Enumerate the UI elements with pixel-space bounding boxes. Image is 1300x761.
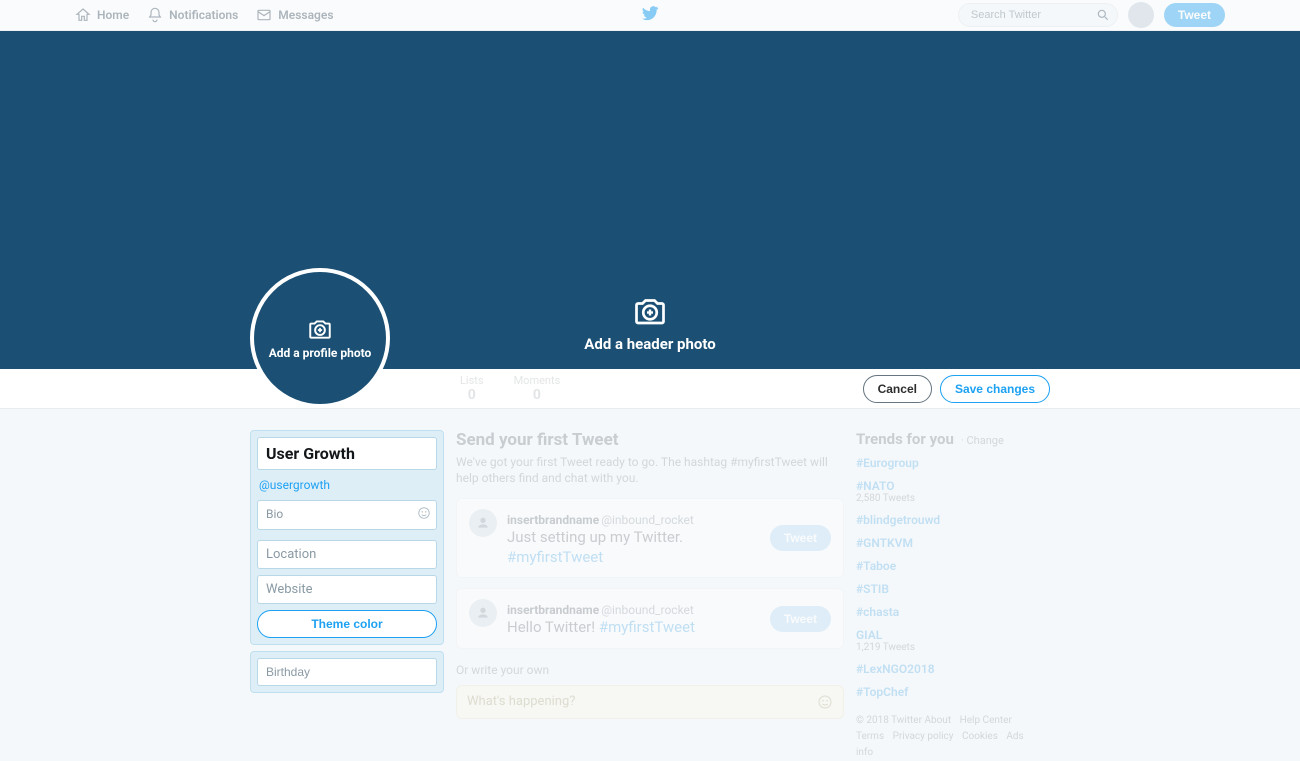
footer-link[interactable]: Cookies: [962, 731, 998, 742]
location-input[interactable]: [257, 540, 437, 569]
nav-messages[interactable]: Messages: [256, 7, 333, 23]
add-profile-photo[interactable]: Add a profile photo: [250, 268, 390, 408]
footer-link[interactable]: Help Center: [960, 715, 1012, 726]
header-photo-label: Add a header photo: [584, 335, 715, 353]
first-tweet-title: Send your first Tweet: [456, 430, 844, 450]
profile-edit-panel: @usergrowth Theme color: [250, 430, 444, 645]
trends-change-link[interactable]: · Change: [961, 434, 1004, 447]
trend-item[interactable]: #Taboe: [856, 559, 1044, 573]
avatar-placeholder: [469, 509, 497, 537]
camera-plus-icon: [632, 293, 668, 329]
top-nav: Home Notifications Messages Tweet: [0, 0, 1300, 31]
trend-item[interactable]: #NATO2,580 Tweets: [856, 479, 1044, 504]
stat-moments[interactable]: Moments0: [514, 374, 561, 403]
camera-plus-icon: [307, 316, 333, 342]
tweet-button[interactable]: Tweet: [770, 525, 831, 551]
footer-link[interactable]: About: [924, 715, 951, 726]
footer-link[interactable]: Privacy policy: [893, 731, 954, 742]
twitter-logo-icon: [641, 4, 659, 26]
trend-item[interactable]: #GNTKVM: [856, 536, 1044, 550]
trend-item[interactable]: #chasta: [856, 605, 1044, 619]
nav-home[interactable]: Home: [75, 7, 129, 23]
trends-header: Trends for you · Change: [856, 430, 1044, 448]
nav-notifications[interactable]: Notifications: [147, 7, 238, 23]
home-icon: [75, 7, 91, 23]
website-input[interactable]: [257, 575, 437, 604]
first-tweet-sub: We've got your first Tweet ready to go. …: [456, 454, 844, 486]
suggested-tweet-card[interactable]: insertbrandname@inbound_rocketHello Twit…: [456, 588, 844, 649]
suggested-tweet-card[interactable]: insertbrandname@inbound_rocketJust setti…: [456, 498, 844, 578]
user-avatar[interactable]: [1128, 2, 1154, 28]
avatar-placeholder: [469, 599, 497, 627]
bell-icon: [147, 7, 163, 23]
save-changes-button[interactable]: Save changes: [940, 375, 1050, 403]
search-icon: [1096, 8, 1110, 22]
theme-color-button[interactable]: Theme color: [257, 610, 437, 638]
trend-item[interactable]: #LexNGO2018: [856, 662, 1044, 676]
birthday-panel: [250, 651, 444, 693]
footer-link[interactable]: Terms: [856, 731, 884, 742]
envelope-icon: [256, 7, 272, 23]
footer-links: © 2018 Twitter About Help Center Terms P…: [856, 713, 1044, 761]
cancel-button[interactable]: Cancel: [863, 375, 932, 403]
birthday-input[interactable]: [257, 658, 437, 686]
stat-lists[interactable]: Lists0: [460, 374, 484, 403]
trend-item[interactable]: #TopChef: [856, 685, 1044, 699]
or-write-label: Or write your own: [456, 663, 844, 677]
trend-item[interactable]: #Eurogroup: [856, 456, 1044, 470]
add-header-photo[interactable]: Add a header photo: [0, 31, 1300, 369]
name-input[interactable]: [257, 437, 437, 470]
trend-item[interactable]: GIAL1,219 Tweets: [856, 628, 1044, 653]
search-input[interactable]: [958, 3, 1118, 27]
bio-input[interactable]: [257, 500, 437, 530]
profile-bar: Add a profile photo Lists0 Moments0 Canc…: [0, 369, 1300, 409]
compose-box[interactable]: What's happening?: [456, 685, 844, 719]
trend-item[interactable]: #blindgetrouwd: [856, 513, 1044, 527]
user-handle: @usergrowth: [259, 478, 437, 492]
emoji-icon[interactable]: [417, 506, 431, 520]
emoji-icon[interactable]: [817, 694, 833, 710]
search-input-wrap: [958, 3, 1118, 27]
tweet-button[interactable]: Tweet: [770, 606, 831, 632]
compose-tweet-button[interactable]: Tweet: [1164, 3, 1225, 27]
trend-item[interactable]: #STIB: [856, 582, 1044, 596]
